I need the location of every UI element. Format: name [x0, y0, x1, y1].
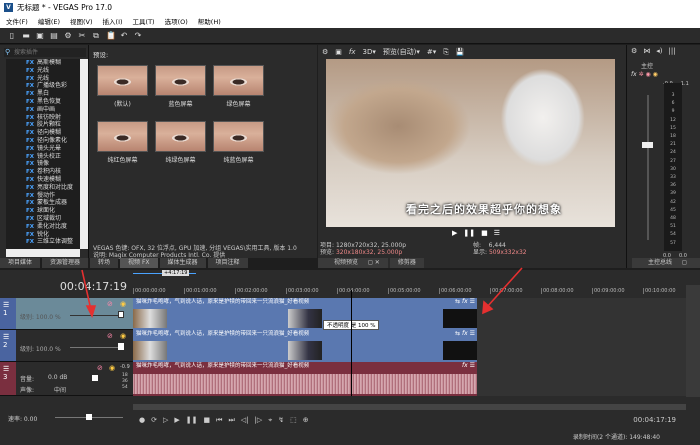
red-arrow-left	[81, 269, 92, 311]
red-arrow-left-head	[85, 305, 97, 319]
red-arrow-right	[486, 267, 523, 308]
annotation-arrows	[81, 267, 523, 319]
